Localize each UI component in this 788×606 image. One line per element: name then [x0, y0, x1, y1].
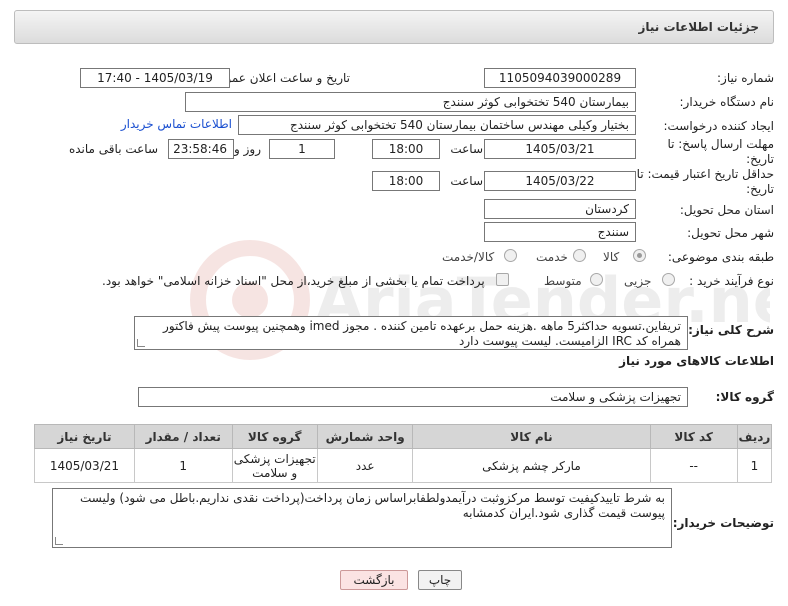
category-label: طبقه بندی موضوعی: [667, 250, 774, 264]
description-body: تریفاین.تسویه حداکثر5 ماهه .هزینه حمل بر… [163, 319, 681, 348]
description-text: تریفاین.تسویه حداکثر5 ماهه .هزینه حمل بر… [134, 316, 688, 350]
cell-row: 1 [736, 448, 773, 483]
buyer-org-label: نام دستگاه خریدار: [679, 95, 775, 109]
validity-label: حداقل تاریخ اعتبار قیمت: تا تاریخ: [636, 167, 774, 196]
category-radio-goods[interactable] [633, 249, 646, 262]
process-medium-label: متوسط [544, 274, 582, 288]
remaining-time-field: 23:58:46 [168, 139, 234, 159]
page-title: جزئیات اطلاعات نیاز [638, 20, 759, 34]
deadline-time-label: ساعت [450, 142, 483, 156]
buyer-notes-label: توضیحات خریدار: [672, 516, 774, 530]
deadline-date-field: 1405/03/21 [484, 139, 636, 159]
province-field: کردستان [484, 199, 636, 219]
cell-code: -- [649, 448, 738, 483]
col-row: ردیف [736, 424, 773, 449]
validity-date-field: 1405/03/22 [484, 171, 636, 191]
back-button[interactable]: بازگشت [340, 570, 408, 590]
cell-group: تجهیزات پزشکی و سلامت [231, 448, 318, 483]
resize-grip-icon[interactable] [137, 339, 145, 347]
days-label: روز و [234, 142, 261, 156]
city-field: سنندج [484, 222, 636, 242]
resize-grip-icon[interactable] [55, 537, 63, 545]
process-label: نوع فرآیند خرید : [689, 274, 774, 288]
goods-group-label: گروه کالا: [715, 390, 774, 404]
page-header: جزئیات اطلاعات نیاز [14, 10, 774, 44]
cell-quantity: 1 [133, 448, 233, 483]
process-minor-label: جزیی [624, 274, 652, 288]
category-service-label: خدمت [536, 250, 568, 264]
col-unit: واحد شمارش [316, 424, 414, 449]
cell-need-date: 1405/03/21 [34, 448, 135, 483]
col-code: کد کالا [649, 424, 738, 449]
deadline-time-field: 18:00 [372, 139, 440, 159]
goods-table-header: ردیف کد کالا نام کالا واحد شمارش گروه کا… [34, 424, 773, 449]
buyer-contact-link[interactable]: اطلاعات تماس خریدار [121, 117, 232, 131]
print-button[interactable]: چاپ [418, 570, 462, 590]
buyer-notes-text: به شرط تاییدکیفیت توسط مرکزوثبت درآیمدول… [52, 488, 672, 548]
announce-datetime-field: 1405/03/19 - 17:40 [80, 68, 230, 88]
category-goods-service-label: کالا/خدمت [442, 250, 495, 264]
table-row: 1 -- مارکر چشم پزشکی عدد تجهیزات پزشکی و… [34, 448, 773, 483]
treasury-checkbox[interactable] [496, 273, 509, 286]
process-radio-medium[interactable] [590, 273, 603, 286]
buyer-org-field: بیمارستان 540 تختخوابی کوثر سنندج [185, 92, 636, 112]
cell-unit: عدد [316, 448, 414, 483]
buyer-notes-body: به شرط تاییدکیفیت توسط مرکزوثبت درآیمدول… [80, 491, 665, 520]
goods-table: ردیف کد کالا نام کالا واحد شمارش گروه کا… [34, 424, 773, 483]
col-need-date: تاریخ نیاز [34, 424, 135, 449]
treasury-text: پرداخت تمام یا بخشی از مبلغ خرید،از محل … [102, 274, 485, 288]
goods-section-title: اطلاعات کالاهای مورد نیاز [619, 354, 774, 368]
days-remaining-field: 1 [269, 139, 335, 159]
validity-time-field: 18:00 [372, 171, 440, 191]
description-label: شرح کلی نیاز: [688, 323, 774, 337]
creator-label: ایجاد کننده درخواست: [663, 119, 774, 133]
cell-name: مارکر چشم پزشکی [412, 448, 651, 483]
category-radio-goods-service[interactable] [504, 249, 517, 262]
deadline-label: مهلت ارسال پاسخ: تا تاریخ: [667, 137, 774, 166]
goods-group-field: تجهیزات پزشکی و سلامت [138, 387, 688, 407]
col-group: گروه کالا [231, 424, 318, 449]
city-label: شهر محل تحویل: [687, 226, 774, 240]
col-quantity: تعداد / مقدار [133, 424, 233, 449]
need-number-field: 1105094039000289 [484, 68, 636, 88]
validity-time-label: ساعت [450, 174, 483, 188]
col-name: نام کالا [412, 424, 651, 449]
need-number-label: شماره نیاز: [717, 71, 774, 85]
category-radio-service[interactable] [573, 249, 586, 262]
process-radio-minor[interactable] [662, 273, 675, 286]
remaining-time-label: ساعت باقی مانده [68, 142, 158, 156]
creator-field: بختیار وکیلی مهندس ساختمان بیمارستان 540… [238, 115, 636, 135]
province-label: استان محل تحویل: [679, 203, 774, 217]
category-goods-label: کالا [603, 250, 620, 264]
